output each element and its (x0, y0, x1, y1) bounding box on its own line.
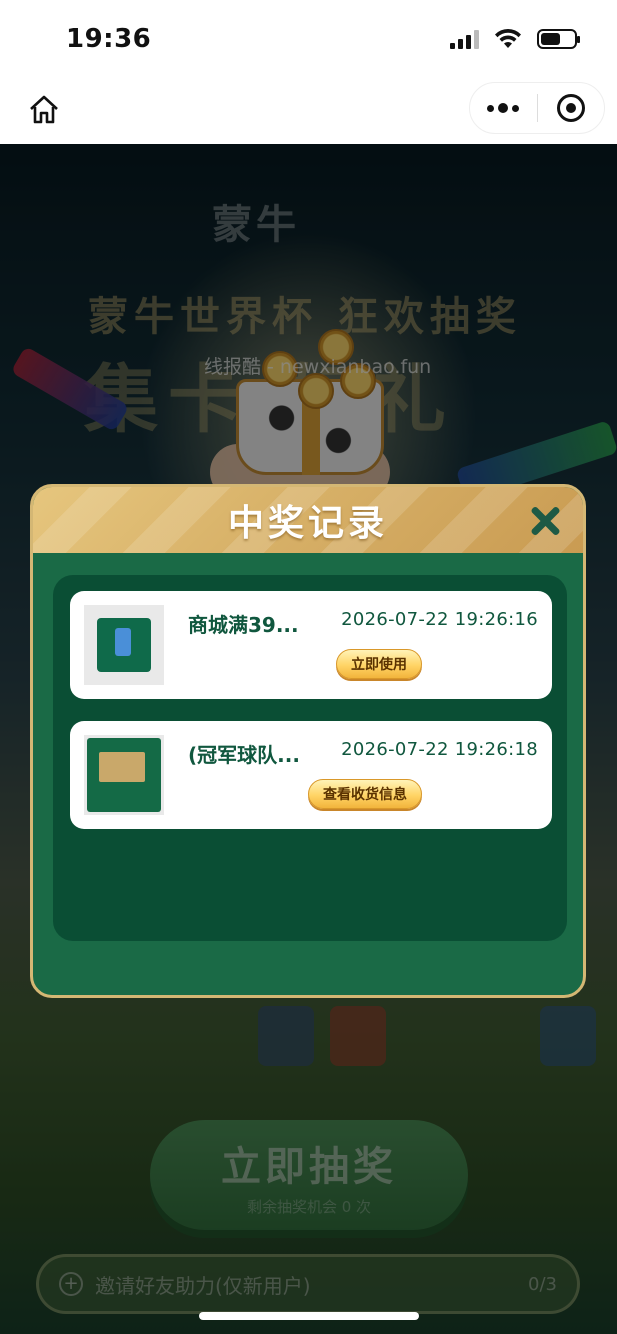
record-name: (冠军球队... (188, 743, 300, 767)
target-icon (556, 94, 585, 122)
record-item: (冠军球队... 2026-07-22 19:26:18 查看收货信息 (70, 721, 552, 829)
signal-icon (450, 29, 479, 49)
record-name: 商城满39... (188, 613, 299, 637)
close-mini-program-button[interactable] (538, 83, 605, 133)
battery-icon (537, 29, 580, 49)
wifi-icon (495, 28, 521, 48)
coupon-thumbnail (84, 605, 164, 685)
modal-header: 中奖记录 (33, 487, 583, 553)
gift-box-thumbnail (84, 735, 164, 815)
modal-title: 中奖记录 (227, 503, 388, 544)
record-time: 2026-07-22 19:26:18 (341, 739, 538, 760)
records-list: 商城满39... 2026-07-22 19:26:16 立即使用 (冠军球队.… (53, 575, 567, 941)
view-shipping-button[interactable]: 查看收货信息 (308, 779, 422, 809)
nav-bar (0, 76, 617, 144)
status-icons (450, 28, 580, 50)
use-now-button[interactable]: 立即使用 (336, 649, 422, 679)
home-button[interactable] (24, 90, 64, 130)
mini-program-capsule (469, 82, 605, 134)
record-time: 2026-07-22 19:26:16 (341, 609, 538, 630)
more-button[interactable] (470, 83, 537, 133)
prize-records-modal: 中奖记录 商城满39... 2026-07-22 19:26:16 立即使用 (… (30, 484, 586, 998)
close-icon[interactable] (527, 503, 563, 539)
home-indicator (199, 1312, 419, 1320)
home-icon (30, 95, 58, 124)
record-item: 商城满39... 2026-07-22 19:26:16 立即使用 (70, 591, 552, 699)
status-time: 19:36 (66, 24, 152, 54)
status-bar: 19:36 (0, 0, 617, 76)
